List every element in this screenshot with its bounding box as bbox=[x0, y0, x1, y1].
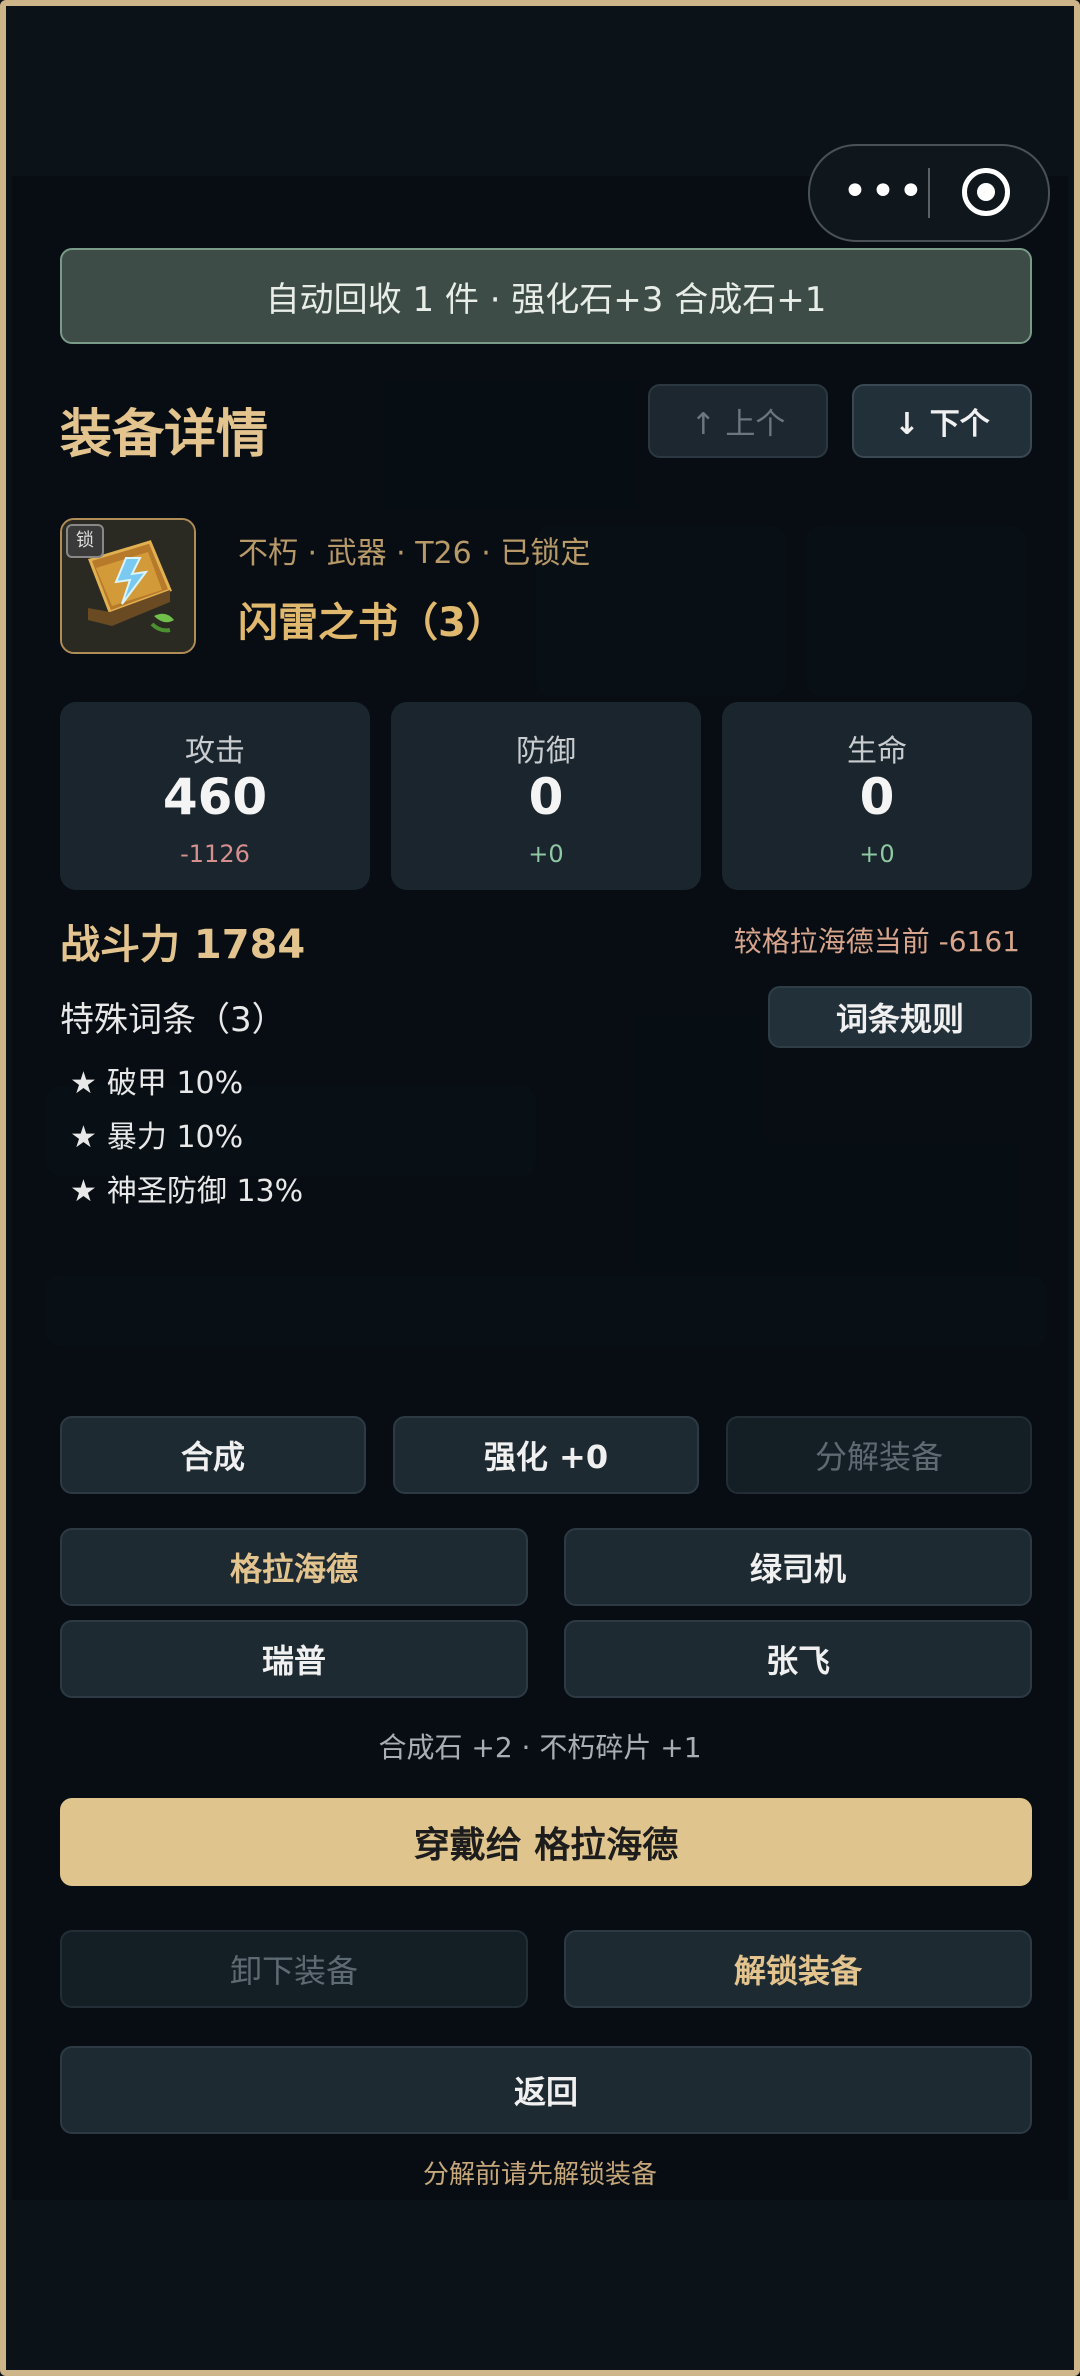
star-icon: ★ bbox=[70, 1066, 97, 1101]
lightning-book-icon: 锁 bbox=[60, 518, 196, 654]
character-button-lvsiji[interactable]: 绿司机 bbox=[564, 1528, 1032, 1606]
trait-text: 神圣防御 13% bbox=[106, 1174, 304, 1209]
dismantle-button[interactable]: 分解装备 bbox=[726, 1416, 1032, 1494]
character-button-zhangfei[interactable]: 张飞 bbox=[564, 1620, 1032, 1698]
equip-button[interactable]: 穿戴给 格拉海德 bbox=[60, 1798, 1032, 1886]
enhance-button[interactable]: 强化 +0 bbox=[393, 1416, 699, 1494]
character-button-ruipu[interactable]: 瑞普 bbox=[60, 1620, 528, 1698]
back-button[interactable]: 返回 bbox=[60, 2046, 1032, 2134]
star-icon: ★ bbox=[70, 1120, 97, 1155]
trait-rules-button[interactable]: 词条规则 bbox=[768, 986, 1032, 1048]
stat-card-attack: 攻击 460 -1126 bbox=[60, 702, 370, 890]
app-frame: ••• 自动回收 1 件 · 强化石+3 合成石+1 装备详情 ↑ 上个 ↓ 下… bbox=[0, 0, 1080, 2376]
target-icon[interactable] bbox=[962, 168, 1010, 216]
stat-label: 生命 bbox=[847, 734, 907, 769]
stat-delta: +0 bbox=[528, 840, 564, 868]
stat-delta: -1126 bbox=[180, 840, 250, 868]
trait-item: ★ 暴力 10% bbox=[70, 1112, 243, 1156]
unlock-button[interactable]: 解锁装备 bbox=[564, 1930, 1032, 2008]
capsule-divider bbox=[928, 168, 930, 218]
character-button-gelahaide[interactable]: 格拉海德 bbox=[60, 1528, 528, 1606]
auto-recycle-toast: 自动回收 1 件 · 强化石+3 合成石+1 bbox=[60, 248, 1032, 344]
miniprogram-capsule: ••• bbox=[808, 144, 1050, 242]
stat-label: 攻击 bbox=[185, 734, 245, 769]
compose-button[interactable]: 合成 bbox=[60, 1416, 366, 1494]
stat-value: 0 bbox=[528, 768, 564, 826]
page-title: 装备详情 bbox=[60, 405, 269, 465]
unequip-button[interactable]: 卸下装备 bbox=[60, 1930, 528, 2008]
item-meta: 不朽 · 武器 · T26 · 已锁定 bbox=[238, 536, 591, 571]
prev-item-button[interactable]: ↑ 上个 bbox=[648, 384, 828, 458]
stat-value: 0 bbox=[859, 768, 895, 826]
power-compare: 较格拉海德当前 -6161 bbox=[733, 925, 1020, 958]
lock-badge: 锁 bbox=[66, 524, 104, 558]
item-name: 闪雷之书（3） bbox=[238, 600, 506, 646]
stat-label: 防御 bbox=[516, 734, 576, 769]
dismantle-reward-text: 合成石 +2 · 不朽碎片 +1 bbox=[378, 1731, 702, 1764]
star-icon: ★ bbox=[70, 1174, 97, 1209]
stat-delta: +0 bbox=[859, 840, 895, 868]
dismantle-hint: 分解前请先解锁装备 bbox=[422, 2160, 657, 2190]
trait-item: ★ 神圣防御 13% bbox=[70, 1166, 303, 1210]
trait-item: ★ 破甲 10% bbox=[70, 1058, 243, 1102]
trait-text: 暴力 10% bbox=[106, 1120, 244, 1155]
stat-card-hp: 生命 0 +0 bbox=[722, 702, 1032, 890]
combat-power: 战斗力 1784 bbox=[60, 922, 306, 968]
next-item-button[interactable]: ↓ 下个 bbox=[852, 384, 1032, 458]
traits-title: 特殊词条（3） bbox=[60, 1000, 286, 1040]
stat-card-defense: 防御 0 +0 bbox=[391, 702, 701, 890]
more-dots-icon[interactable]: ••• bbox=[842, 170, 924, 214]
trait-text: 破甲 10% bbox=[106, 1066, 244, 1101]
stat-value: 460 bbox=[162, 768, 268, 826]
